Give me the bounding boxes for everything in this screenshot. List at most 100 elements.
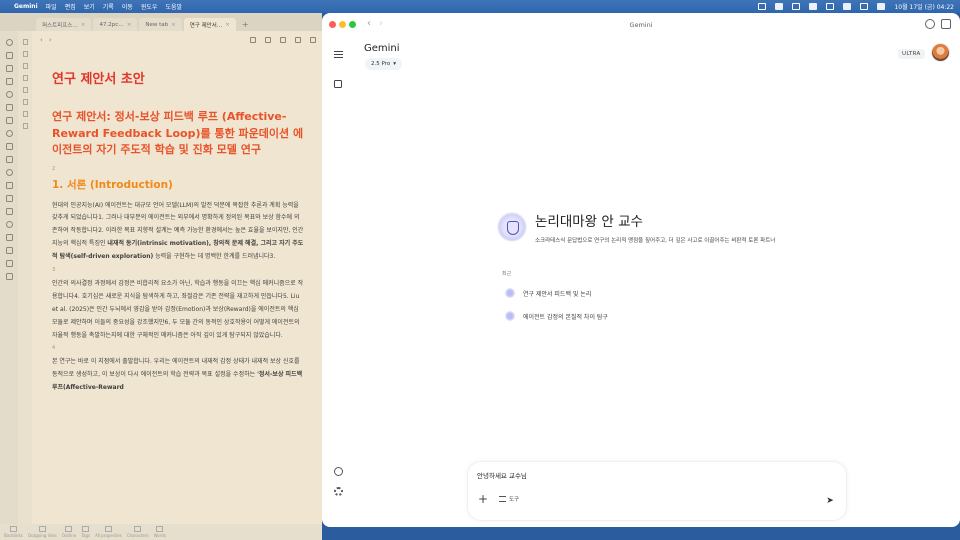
tray-app-icon[interactable] — [758, 3, 767, 10]
recent-label: 최근 — [502, 271, 512, 277]
wifi-icon[interactable] — [843, 3, 852, 10]
ribbon-icon[interactable] — [5, 65, 13, 72]
ribbon-icon[interactable] — [5, 117, 13, 124]
editor-window: 퍼스트피프스… × 47.2pc… × New tab × 연구 제안서… × + — [0, 13, 322, 540]
ribbon-icon[interactable] — [5, 156, 13, 163]
control-center-icon[interactable] — [877, 3, 886, 10]
editor-tab-bar: 퍼스트피프스… × 47.2pc… × New tab × 연구 제안서… × + — [0, 13, 322, 31]
paragraph: 본 연구는 바로 이 지점에서 출발합니다. 우리는 에이전트의 내재적 감정 … — [52, 356, 304, 395]
share-icon[interactable] — [941, 19, 951, 29]
ribbon-icon[interactable] — [5, 78, 13, 85]
info-icon[interactable] — [925, 19, 935, 29]
status-characters[interactable]: Characters — [127, 526, 149, 538]
status-backlinks[interactable]: Backlinks — [4, 526, 23, 538]
tools-button[interactable]: 도구 — [499, 495, 519, 503]
section-heading: 1. 서론 (Introduction) — [52, 178, 173, 191]
editor-status-bar: Backlinks Outgoing links Outline Tags Al… — [0, 524, 322, 540]
paragraph: 현대의 인공지능(AI) 에이전트는 대규모 언어 모델(LLM)의 발전 덕분… — [52, 200, 304, 264]
menu-view[interactable]: 보기 — [84, 2, 95, 11]
tool-icon[interactable] — [295, 37, 301, 43]
tool-icon[interactable] — [265, 37, 271, 43]
file-icon[interactable] — [22, 111, 28, 117]
ribbon-icon[interactable] — [5, 221, 13, 228]
ribbon-icon[interactable] — [5, 104, 13, 111]
ribbon-icon[interactable] — [5, 195, 13, 202]
editor-tab-active[interactable]: 연구 제안서… × — [183, 18, 236, 31]
activity-icon[interactable] — [334, 467, 343, 476]
battery-icon[interactable] — [826, 3, 835, 10]
menu-help[interactable]: 도움말 — [165, 2, 182, 11]
file-icon[interactable] — [22, 99, 28, 105]
menu-history[interactable]: 기록 — [103, 2, 114, 11]
new-chat-icon[interactable] — [334, 80, 342, 88]
recent-chat-item[interactable]: 연구 제안서 피드백 및 논리 — [505, 286, 591, 300]
more-icon[interactable] — [310, 37, 316, 43]
tool-icon[interactable] — [280, 37, 286, 43]
status-outline[interactable]: Outline — [62, 526, 76, 538]
tray-app-icon[interactable] — [775, 3, 784, 10]
ribbon-icon[interactable] — [5, 169, 13, 176]
document-body[interactable]: 연구 제안서 초안 연구 제안서: 정서-보상 피드백 루프 (Affectiv… — [52, 68, 304, 395]
avatar[interactable] — [931, 43, 950, 62]
menubar-app-name[interactable]: Gemini — [14, 3, 38, 10]
gem-chat-icon — [505, 288, 515, 298]
menu-edit[interactable]: 편집 — [65, 2, 76, 11]
close-icon[interactable]: × — [127, 22, 132, 28]
editor-tab[interactable]: New tab × — [139, 18, 182, 31]
recent-chat-label: 연구 제안서 피드백 및 논리 — [523, 290, 592, 298]
settings-icon[interactable] — [334, 487, 343, 496]
forward-arrow-icon[interactable]: › — [49, 36, 52, 44]
tool-icon[interactable] — [250, 37, 256, 43]
gem-name: 논리대마왕 안 교수 — [535, 214, 643, 230]
close-icon[interactable]: × — [81, 22, 86, 28]
ribbon-icon[interactable] — [5, 247, 13, 254]
back-arrow-icon[interactable]: ‹ — [40, 36, 43, 44]
menu-go[interactable]: 이동 — [122, 2, 133, 11]
ribbon-icon[interactable] — [5, 52, 13, 59]
file-icon[interactable] — [22, 51, 28, 57]
ribbon-icon[interactable] — [5, 182, 13, 189]
ribbon-icon[interactable] — [5, 260, 13, 267]
ribbon-icon[interactable] — [5, 39, 13, 46]
block-marker: 4 — [52, 345, 56, 352]
close-icon[interactable]: × — [171, 22, 176, 28]
new-tab-icon[interactable]: + — [238, 20, 253, 31]
tab-label: 연구 제안서… — [189, 22, 223, 29]
prompt-box: + 도구 ➤ — [467, 461, 847, 521]
file-icon[interactable] — [22, 39, 28, 45]
gemini-window: ‹ › Gemini Gemini 2.5 Pro ▾ ULTRA 논리대마왕 … — [322, 13, 960, 527]
ribbon-icon[interactable] — [5, 130, 13, 137]
ribbon-icon[interactable] — [5, 234, 13, 241]
editor-toolbar: ‹ › — [34, 33, 322, 47]
model-selector[interactable]: 2.5 Pro ▾ — [365, 58, 402, 70]
search-icon[interactable] — [860, 3, 869, 10]
file-icon[interactable] — [22, 87, 28, 93]
ribbon-icon[interactable] — [5, 143, 13, 150]
tab-label: 47.2pc… — [99, 21, 124, 28]
close-icon[interactable]: × — [225, 22, 230, 28]
status-outgoing-links[interactable]: Outgoing links — [28, 526, 57, 538]
editor-tab[interactable]: 47.2pc… × — [93, 18, 138, 31]
recent-chat-item[interactable]: 에이전트 감정의 본질적 차이 탐구 — [505, 309, 608, 323]
prompt-input[interactable] — [477, 471, 837, 479]
tray-app-icon[interactable] — [809, 3, 818, 10]
menu-window[interactable]: 윈도우 — [141, 2, 158, 11]
ribbon-icon[interactable] — [5, 273, 13, 280]
status-tags[interactable]: Tags — [81, 526, 90, 538]
menu-icon[interactable] — [334, 51, 343, 58]
status-words[interactable]: Words — [154, 526, 166, 538]
add-icon[interactable]: + — [478, 493, 488, 505]
status-properties[interactable]: All properties — [95, 526, 122, 538]
file-icon[interactable] — [22, 63, 28, 69]
file-icon[interactable] — [22, 123, 28, 129]
tray-app-icon[interactable] — [792, 3, 801, 10]
menubar-clock[interactable]: 10월 17일 (금) 04:22 — [894, 2, 954, 11]
tools-icon — [499, 496, 506, 502]
file-icon[interactable] — [22, 75, 28, 81]
send-icon[interactable]: ➤ — [822, 493, 838, 509]
ribbon-icon[interactable] — [5, 208, 13, 215]
editor-tab[interactable]: 퍼스트피프스… × — [36, 18, 92, 31]
plan-badge[interactable]: ULTRA — [898, 49, 925, 59]
menu-file[interactable]: 파일 — [46, 2, 57, 11]
ribbon-icon[interactable] — [5, 91, 13, 98]
